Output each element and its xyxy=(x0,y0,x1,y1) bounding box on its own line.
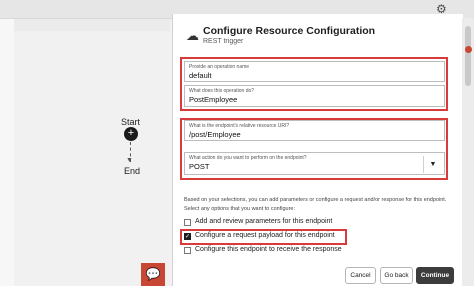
resource-uri-label: What is the endpoint's relative resource… xyxy=(189,123,290,129)
info-text-select: Select any options that you want to conf… xyxy=(184,206,295,212)
operation-name-value: default xyxy=(189,71,212,80)
option-label: Add and review parameters for this endpo… xyxy=(195,218,333,225)
scrollbar-thumb[interactable] xyxy=(465,26,471,86)
action-value: POST xyxy=(189,162,210,171)
chat-icon[interactable]: 💬 xyxy=(141,263,165,286)
operation-name-label: Provide an operation name xyxy=(189,64,250,70)
request-payload-checkbox[interactable]: ✓ xyxy=(184,233,191,240)
notification-badge xyxy=(465,46,472,53)
continue-button[interactable]: Continue xyxy=(416,267,454,284)
start-label: Start xyxy=(121,117,141,127)
operation-name-field[interactable]: Provide an operation name default xyxy=(184,61,445,82)
action-label: What action do you want to perform on th… xyxy=(189,155,307,161)
integration-canvas xyxy=(0,19,170,286)
cancel-button[interactable]: Cancel xyxy=(345,267,376,284)
go-back-button[interactable]: Go back xyxy=(380,267,413,284)
cloud-gear-icon: ☁ xyxy=(186,28,199,43)
arrow-down-icon: ▼ xyxy=(126,157,133,164)
caret-down-icon[interactable]: ▼ xyxy=(423,156,442,173)
option-label: Configure this endpoint to receive the r… xyxy=(195,246,342,253)
parameters-checkbox[interactable] xyxy=(184,219,191,226)
add-action-icon[interactable]: + xyxy=(124,127,138,141)
operation-description-label: What does this operation do? xyxy=(189,88,255,94)
info-text: Based on your selections, you can add pa… xyxy=(184,197,447,203)
response-checkbox[interactable] xyxy=(184,247,191,254)
end-label: End xyxy=(124,166,141,176)
operation-description-value: PostEmployee xyxy=(189,95,238,104)
resource-uri-field[interactable]: What is the endpoint's relative resource… xyxy=(184,120,445,141)
operation-description-field[interactable]: What does this operation do? PostEmploye… xyxy=(184,85,445,107)
canvas-top-strip xyxy=(14,19,170,31)
panel-title: Configure Resource Configuration xyxy=(203,25,376,37)
resource-uri-value: /post/Employee xyxy=(189,130,241,139)
canvas-left-strip xyxy=(0,19,14,286)
panel-subtitle: REST trigger xyxy=(203,38,244,45)
option-label: Configure a request payload for this end… xyxy=(195,232,335,239)
action-select[interactable]: What action do you want to perform on th… xyxy=(184,152,445,175)
